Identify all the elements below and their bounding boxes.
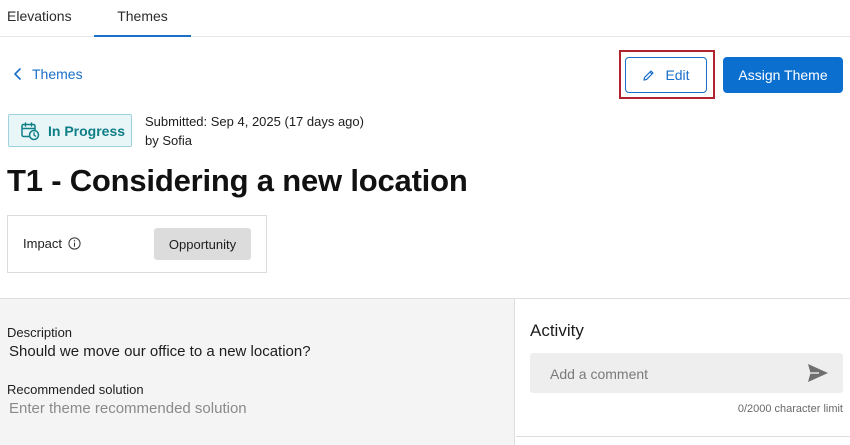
activity-title: Activity <box>530 321 584 340</box>
page-title: T1 - Considering a new location <box>7 163 468 198</box>
tab-bar: Elevations Themes <box>0 0 850 37</box>
status-badge: In Progress <box>8 114 132 147</box>
info-icon[interactable] <box>68 237 81 250</box>
impact-field: Impact <box>23 236 81 251</box>
calendar-clock-icon <box>21 121 40 140</box>
comment-input[interactable]: Add a comment <box>530 353 843 393</box>
tab-themes[interactable]: Themes <box>94 0 191 37</box>
comment-placeholder: Add a comment <box>550 366 649 382</box>
recommended-solution-label: Recommended solution <box>7 382 144 397</box>
back-link[interactable]: Themes <box>13 66 83 82</box>
submitted-by: by Sofia <box>145 133 192 148</box>
assign-theme-button[interactable]: Assign Theme <box>723 57 843 93</box>
impact-panel: Impact Opportunity <box>7 215 267 273</box>
activity-divider <box>516 436 850 437</box>
edit-button[interactable]: Edit <box>625 57 707 93</box>
details-panel: Description Should we move our office to… <box>0 299 515 445</box>
back-link-label: Themes <box>32 66 83 82</box>
submitted-date: Submitted: Sep 4, 2025 (17 days ago) <box>145 114 364 129</box>
tab-elevations[interactable]: Elevations <box>7 0 72 37</box>
status-label: In Progress <box>48 122 126 139</box>
character-limit: 0/2000 character limit <box>737 403 843 415</box>
description-label: Description <box>7 325 73 340</box>
description-value[interactable]: Should we move our office to a new locat… <box>9 343 311 360</box>
edit-button-label: Edit <box>665 67 690 83</box>
pencil-icon <box>643 69 655 81</box>
submitted-info: Submitted: Sep 4, 2025 (17 days ago) by … <box>145 112 364 150</box>
impact-label: Impact <box>23 236 63 251</box>
impact-value-chip: Opportunity <box>154 228 251 260</box>
send-icon[interactable] <box>807 363 829 383</box>
chevron-left-icon <box>14 68 21 80</box>
recommended-solution-input[interactable]: Enter theme recommended solution <box>9 400 247 417</box>
